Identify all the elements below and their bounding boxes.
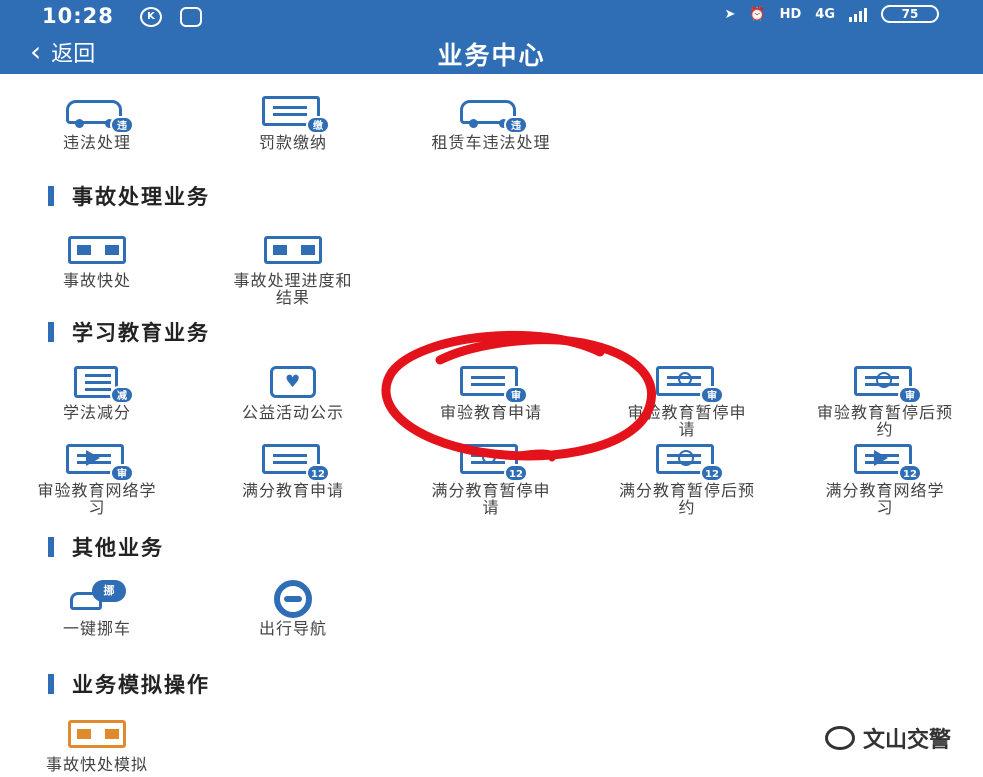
review-edu-appoint-icon: 审 [850, 364, 922, 404]
wechat-icon [824, 726, 855, 750]
tile-full-score-pause[interactable]: 12 满分教育暂停申请 [396, 442, 586, 516]
back-label: 返回 [51, 42, 96, 67]
tile-label: 事故快处模拟 [45, 755, 148, 774]
tile-label: 学法减分 [62, 403, 131, 422]
tile-full-score-online[interactable]: 12 满分教育网络学习 [790, 442, 980, 516]
tile-label: 出行导航 [258, 619, 327, 638]
tile-label: 事故处理进度和结果 [233, 271, 353, 307]
back-button[interactable]: ‹ 返回 [30, 36, 95, 68]
charity-icon [258, 364, 328, 400]
tile-full-score-appoint[interactable]: 12 满分教育暂停后预约 [592, 442, 782, 516]
alarm-icon: ⏰ [749, 6, 766, 22]
fine-payment-icon: 缴 [258, 94, 330, 134]
tile-label: 公益活动公示 [241, 403, 344, 422]
signal-icon [849, 6, 867, 22]
tile-label: 满分教育网络学习 [825, 481, 945, 517]
tile-label: 满分教育暂停后预约 [618, 481, 755, 517]
review-edu-pause-icon: 审 [652, 364, 724, 404]
tile-charity[interactable]: 公益活动公示 [198, 364, 388, 421]
status-right: ➤ ⏰ HD 4G 75 [725, 5, 939, 23]
tile-review-edu-online[interactable]: 审 审验教育网络学习 [2, 442, 192, 516]
tile-label: 违法处理 [62, 133, 131, 152]
tile-label: 审验教育暂停申请 [627, 403, 747, 439]
navigation-wheel-icon [258, 580, 328, 618]
tile-label: 罚款缴纳 [258, 133, 327, 152]
tile-fine-payment[interactable]: 缴 罚款缴纳 [198, 94, 388, 151]
tile-full-score-apply[interactable]: 12 满分教育申请 [198, 442, 388, 499]
accident-sim-icon [62, 716, 132, 752]
tile-label: 审验教育申请 [439, 403, 542, 422]
move-car-icon: 挪 [62, 580, 132, 616]
review-edu-online-icon: 审 [62, 442, 134, 482]
tile-label: 满分教育申请 [241, 481, 344, 500]
car-violation-icon: 违 [62, 94, 134, 134]
battery-indicator: 75 [881, 5, 939, 23]
accident-quick-icon [62, 232, 132, 268]
tile-review-edu-pause[interactable]: 审 审验教育暂停申请 [592, 364, 782, 438]
tile-review-edu-apply[interactable]: 审 审验教育申请 [396, 364, 586, 421]
tile-label: 租赁车违法处理 [431, 133, 551, 152]
tile-label: 审验教育网络学习 [37, 481, 157, 517]
full-score-apply-icon: 12 [258, 442, 330, 482]
tile-rental-violation[interactable]: 违 租赁车违法处理 [396, 94, 586, 151]
notification-icon [180, 7, 202, 27]
location-arrow-icon: ➤ [724, 6, 736, 22]
full-score-online-icon: 12 [850, 442, 922, 482]
network-type: 4G [815, 6, 835, 22]
section-education-title: 学习教育业务 [48, 317, 210, 347]
full-score-appoint-icon: 12 [652, 442, 724, 482]
full-score-pause-icon: 12 [456, 442, 528, 482]
tile-label: 一键挪车 [62, 619, 131, 638]
status-bar: 10:28 K ➤ ⏰ HD 4G 75 [0, 0, 983, 32]
hd-indicator: HD [779, 6, 802, 22]
study-law-icon: 减 [62, 364, 134, 404]
tile-navigation[interactable]: 出行导航 [198, 580, 388, 637]
k-app-icon: K [140, 7, 162, 27]
tile-violation[interactable]: 违 违法处理 [2, 94, 192, 151]
accident-progress-icon [258, 232, 328, 268]
status-time: 10:28 [42, 4, 114, 28]
tile-review-edu-appoint[interactable]: 审 审验教育暂停后预约 [790, 364, 980, 438]
tile-label: 事故快处 [62, 271, 131, 290]
tile-accident-quick[interactable]: 事故快处 [2, 232, 192, 289]
watermark-text: 文山交警 [862, 728, 951, 753]
section-other-title: 其他业务 [48, 532, 164, 562]
section-simulation-title: 业务模拟操作 [48, 669, 210, 699]
app-header: 10:28 K ➤ ⏰ HD 4G 75 ‹ 返回 业务中心 [0, 0, 983, 74]
tile-move-car[interactable]: 挪 一键挪车 [2, 580, 192, 637]
tile-study-law[interactable]: 减 学法减分 [2, 364, 192, 421]
nav-bar: ‹ 返回 业务中心 [0, 32, 983, 74]
review-edu-apply-icon: 审 [456, 364, 528, 404]
watermark: 文山交警 [824, 722, 951, 754]
page-title: 业务中心 [437, 41, 546, 70]
rental-car-icon: 违 [456, 94, 528, 134]
section-accident-title: 事故处理业务 [48, 181, 210, 211]
tile-accident-progress[interactable]: 事故处理进度和结果 [198, 232, 388, 306]
chevron-left-icon: ‹ [30, 35, 42, 68]
tile-accident-sim[interactable]: 事故快处模拟 [2, 716, 192, 773]
tile-label: 满分教育暂停申请 [431, 481, 551, 517]
tile-label: 审验教育暂停后预约 [816, 403, 953, 439]
